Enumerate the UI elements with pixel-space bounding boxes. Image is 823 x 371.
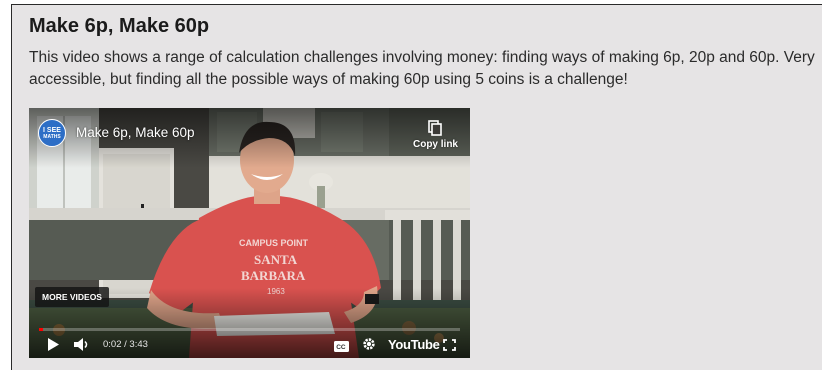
volume-button[interactable] <box>74 338 90 356</box>
shirt-text-2: SANTA <box>254 252 298 267</box>
progress-bar[interactable] <box>39 328 460 331</box>
player-controls: 0:02 / 3:43 CC YouTube <box>29 334 470 356</box>
channel-logo-text-bottom: MATHS <box>43 133 61 140</box>
channel-logo-text-top: I SEE <box>43 126 61 134</box>
play-icon <box>48 338 59 351</box>
copy-link-button[interactable]: Copy link <box>413 120 458 150</box>
video-title-link[interactable]: Make 6p, Make 60p <box>76 125 195 140</box>
section-description: This video shows a range of calculation … <box>29 49 815 88</box>
time-display: 0:02 / 3:43 <box>103 339 148 350</box>
settings-icon <box>363 338 375 350</box>
content-card: Make 6p, Make 60p This video shows a ran… <box>11 4 822 370</box>
progress-bar-played <box>39 328 43 331</box>
channel-logo[interactable]: I SEE MATHS <box>38 119 66 147</box>
play-button[interactable] <box>47 338 59 356</box>
settings-button[interactable] <box>362 337 376 356</box>
more-videos-button[interactable]: MORE VIDEOS <box>35 287 109 307</box>
shirt-text-1: CAMPUS POINT <box>239 238 309 248</box>
youtube-logo-link[interactable]: YouTube <box>388 337 440 352</box>
copy-icon <box>428 120 443 136</box>
section-title: Make 6p, Make 60p <box>29 15 210 37</box>
fullscreen-icon <box>443 339 456 351</box>
captions-button[interactable]: CC <box>334 339 349 357</box>
copy-link-label: Copy link <box>412 139 458 150</box>
svg-text:CC: CC <box>336 344 346 351</box>
volume-icon <box>74 338 88 351</box>
shirt-text-3: BARBARA <box>241 268 306 283</box>
embedded-video-player[interactable]: CAMPUS POINT SANTA BARBARA 1963 I SEE MA… <box>29 108 470 358</box>
cc-icon: CC <box>334 341 349 352</box>
fullscreen-button[interactable] <box>443 338 456 356</box>
